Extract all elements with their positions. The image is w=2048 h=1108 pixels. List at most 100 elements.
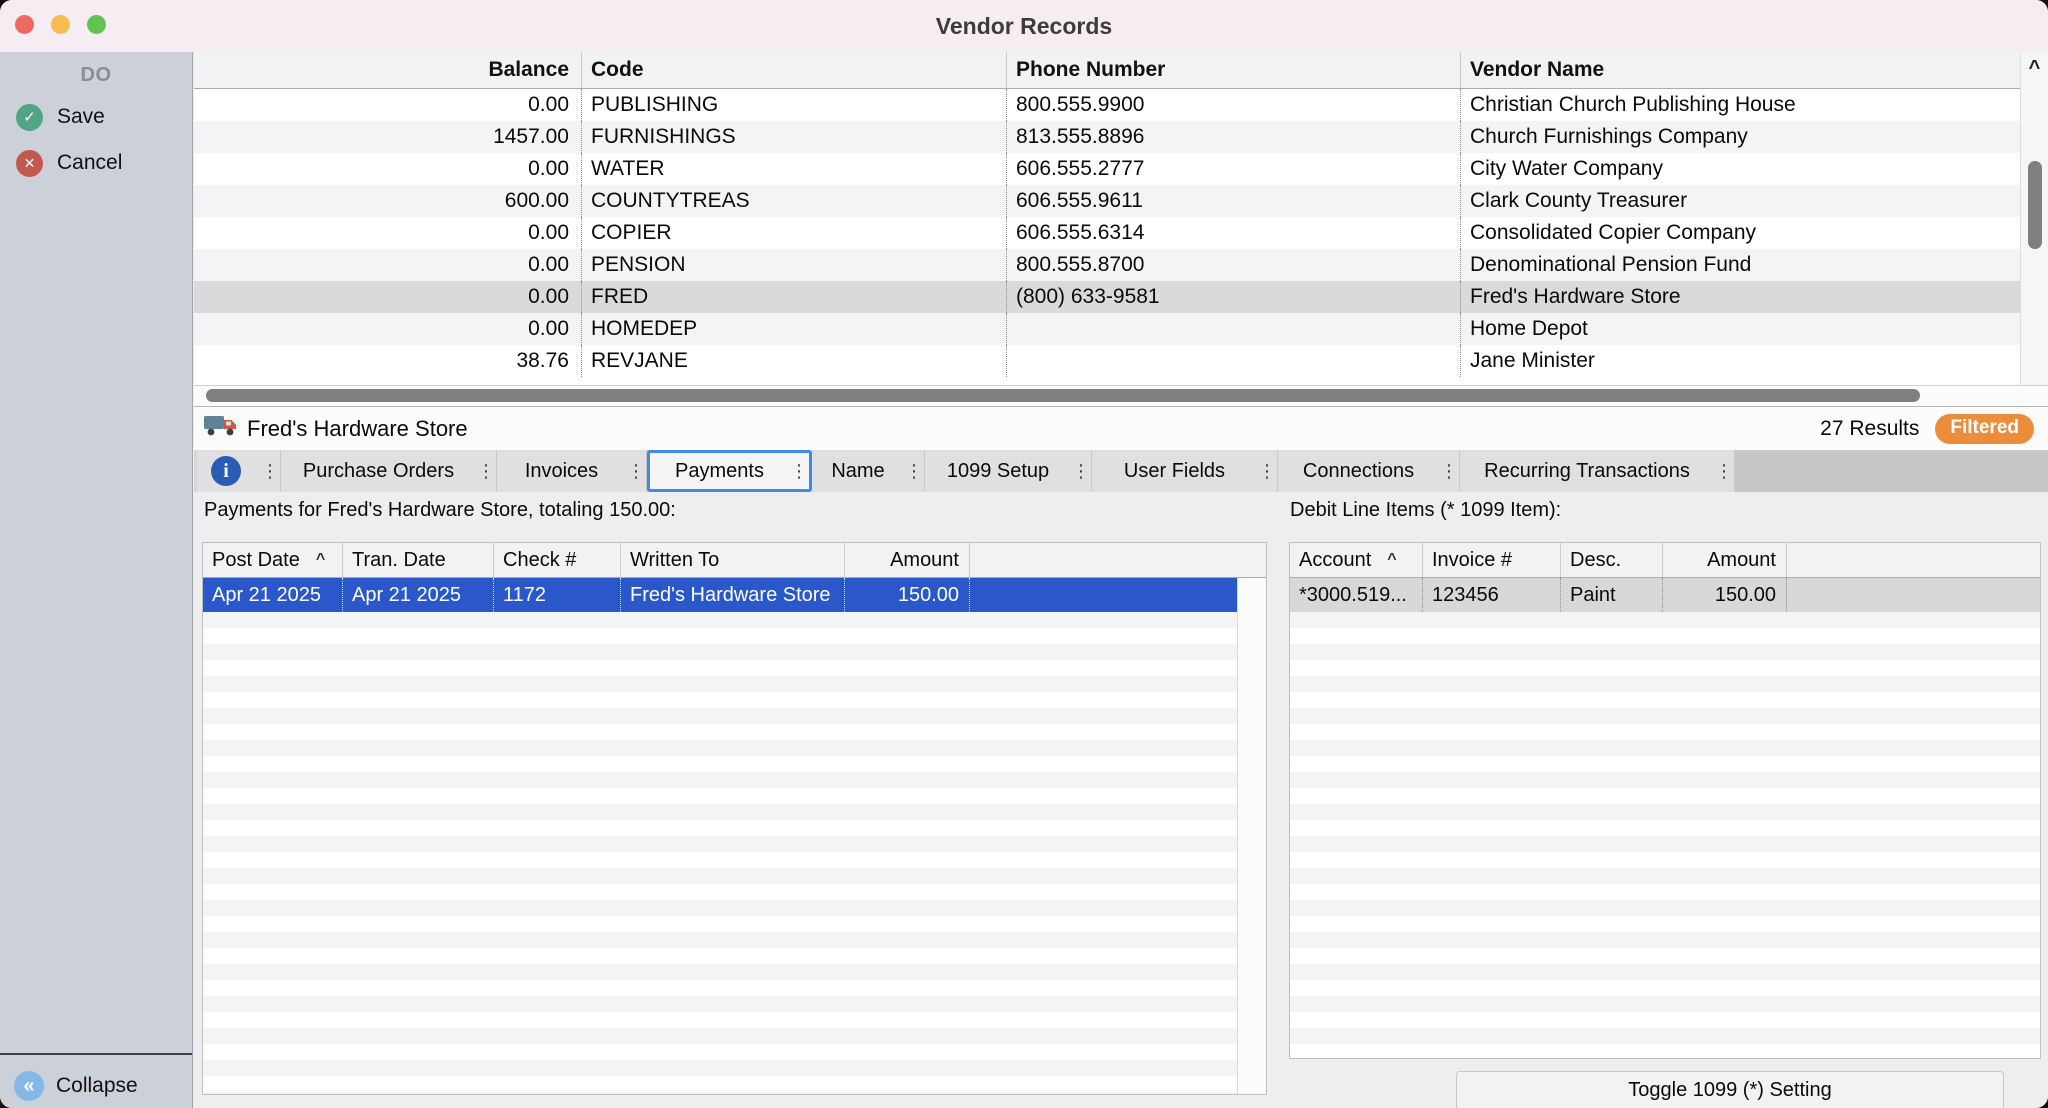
tab-label: Name [812,460,904,483]
vendor-row-countytreas[interactable]: 600.00COUNTYTREAS606.555.9611Clark Count… [194,185,2020,217]
tab-label: Connections [1278,460,1439,483]
detail-content: Payments for Fred's Hardware Store, tota… [194,492,2048,1108]
payments-table-body: Apr 21 2025Apr 21 20251172Fred's Hardwar… [203,578,1266,612]
column-label: Desc. [1570,549,1621,572]
cell-amount: 150.00 [1662,578,1786,612]
column-label: Amount [1707,549,1776,572]
vendor-table-header: BalanceCodePhone NumberVendor Name [194,52,2020,89]
vendor-cell-name: Christian Church Publishing House [1460,89,2020,121]
tab-menu-dots-icon[interactable]: ⋮ [904,461,924,482]
tab-menu-dots-icon[interactable]: ⋮ [1257,461,1277,482]
collapse-sidebar-button[interactable]: « Collapse [0,1066,192,1106]
tab-name[interactable]: Name⋮ [812,450,925,492]
payments-vertical-scrollbar[interactable] [1237,578,1266,1094]
tab-menu-dots-icon[interactable]: ⋮ [1439,461,1459,482]
debit-panel-col-header-amount[interactable]: Amount [1662,543,1786,577]
sidebar-header: DO [0,64,192,87]
vendor-col-header-phone-number[interactable]: Phone Number [1006,52,1460,88]
cell-check: 1172 [493,578,620,612]
window-title: Vendor Records [0,13,2048,40]
debit-panel-row[interactable]: *3000.519...123456Paint150.00 [1290,578,2040,612]
debit-table-body: *3000.519...123456Paint150.00 [1290,578,2040,612]
tab-menu-dots-icon[interactable]: ⋮ [260,461,280,482]
titlebar: Vendor Records [0,0,2048,53]
vendor-row-homedep[interactable]: 0.00HOMEDEPHome Depot [194,313,2020,345]
vendor-horizontal-scrollbar-thumb[interactable] [206,389,1920,402]
cancel-x-icon: ✕ [16,150,43,177]
truck-icon [204,413,238,444]
debit-empty-rows [1290,612,2040,1058]
tab-menu-dots-icon[interactable]: ⋮ [789,461,809,482]
payments-panel-row[interactable]: Apr 21 2025Apr 21 20251172Fred's Hardwar… [203,578,1239,612]
vendor-records-window: Vendor Records DO ✓ Save ✕ Cancel « Coll… [0,0,2048,1108]
tab-connections[interactable]: Connections⋮ [1278,450,1460,492]
vendor-cell-balance: 1457.00 [194,121,581,153]
vendor-cell-name: City Water Company [1460,153,2020,185]
vendor-cell-balance: 0.00 [194,89,581,121]
payments-panel-col-header-post-date[interactable]: Post Date ^ [203,543,342,577]
vendor-cell-code: COPIER [581,217,1006,249]
payments-panel-title: Payments for Fred's Hardware Store, tota… [204,499,676,522]
cancel-label: Cancel [57,151,122,175]
payments-panel-col-header-written-to[interactable]: Written To [620,543,844,577]
column-label: Invoice # [1432,549,1512,572]
vendor-cell-code: COUNTYTREAS [581,185,1006,217]
toggle-1099-button[interactable]: Toggle 1099 (*) Setting [1456,1071,2004,1108]
cell-post-date: Apr 21 2025 [203,578,342,612]
save-button[interactable]: ✓ Save [0,101,192,133]
tab-payments[interactable]: Payments⋮ [647,450,812,492]
vendor-vertical-scrollbar-thumb[interactable] [2028,161,2042,249]
vendor-col-header-balance[interactable]: Balance [194,52,581,88]
payments-panel-col-header-check[interactable]: Check # [493,543,620,577]
sort-ascending-icon: ^ [316,551,325,569]
vendor-vertical-scrollbar[interactable]: ^ [2020,52,2048,385]
vendor-row-publishing[interactable]: 0.00PUBLISHING800.555.9900Christian Chur… [194,89,2020,121]
filtered-badge[interactable]: Filtered [1935,414,2034,444]
vendor-row-copier[interactable]: 0.00COPIER606.555.6314Consolidated Copie… [194,217,2020,249]
vendor-row-pension[interactable]: 0.00PENSION800.555.8700Denominational Pe… [194,249,2020,281]
vendor-row-furnishings[interactable]: 1457.00FURNISHINGS813.555.8896Church Fur… [194,121,2020,153]
tab-recurring-transactions[interactable]: Recurring Transactions⋮ [1460,450,1735,492]
scroll-up-icon[interactable]: ^ [2021,58,2048,78]
vendor-col-header-code[interactable]: Code [581,52,1006,88]
payments-panel-col-header-amount[interactable]: Amount [844,543,969,577]
info-icon: i [211,456,241,486]
column-label: Post Date [212,549,300,572]
payments-table: Post Date ^ Tran. Date Check # Written To Amo… [202,542,1267,1095]
column-label: Tran. Date [352,549,446,572]
vendor-cell-phone: (800) 633-9581 [1006,281,1460,313]
tab-label: Recurring Transactions [1460,460,1714,483]
vendor-col-header-vendor-name[interactable]: Vendor Name [1460,52,2020,88]
debit-panel-col-header-account[interactable]: Account^ [1290,543,1422,577]
save-label: Save [57,105,105,129]
tab-invoices[interactable]: Invoices⋮ [497,450,647,492]
vendor-cell-phone [1006,313,1460,345]
vendor-cell-name: Denominational Pension Fund [1460,249,2020,281]
column-label: Written To [630,549,719,572]
vendor-row-fred[interactable]: 0.00FRED(800) 633-9581Fred's Hardware St… [194,281,2020,313]
vendor-cell-code: REVJANE [581,345,1006,377]
cell-desc: Paint [1560,578,1662,612]
tab-menu-dots-icon[interactable]: ⋮ [1714,461,1734,482]
debit-panel-col-header-desc[interactable]: Desc. [1560,543,1662,577]
cancel-button[interactable]: ✕ Cancel [0,147,192,179]
tab-1099-setup[interactable]: 1099 Setup⋮ [925,450,1092,492]
vendor-cell-code: HOMEDEP [581,313,1006,345]
vendor-row-revjane[interactable]: 38.76REVJANEJane Minister [194,345,2020,377]
collapse-chevrons-icon: « [14,1071,44,1101]
vendor-row-water[interactable]: 0.00WATER606.555.2777City Water Company [194,153,2020,185]
vendor-cell-balance: 0.00 [194,313,581,345]
debit-panel-col-header-invoice[interactable]: Invoice # [1422,543,1560,577]
tab-user-fields[interactable]: User Fields⋮ [1092,450,1278,492]
tab-menu-dots-icon[interactable]: ⋮ [1071,461,1091,482]
tab-purchase-orders[interactable]: Purchase Orders⋮ [281,450,497,492]
vendor-cell-name: Church Furnishings Company [1460,121,2020,153]
vendor-cell-name: Jane Minister [1460,345,2020,377]
tab-menu-dots-icon[interactable]: ⋮ [476,461,496,482]
payments-panel-col-header-tran-date[interactable]: Tran. Date [342,543,493,577]
main-area: BalanceCodePhone NumberVendor Name 0.00P… [194,52,2048,1108]
vendor-horizontal-scrollbar[interactable] [194,385,2048,407]
sidebar-divider [0,1053,192,1055]
tab-menu-dots-icon[interactable]: ⋮ [626,461,646,482]
info-button[interactable]: i ⋮ [197,450,281,492]
